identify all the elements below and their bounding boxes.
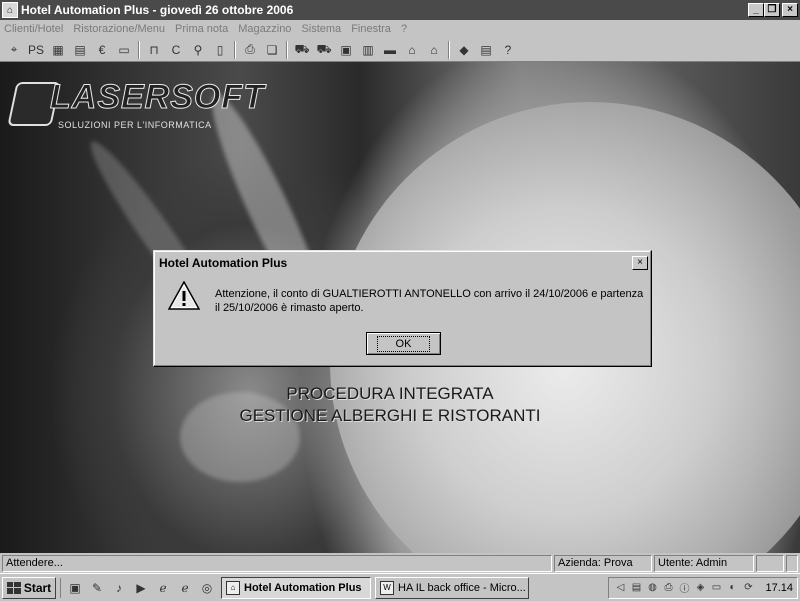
logo-subtitle: SOLUZIONI PER L'INFORMATICA [58, 120, 212, 130]
calculator-icon[interactable]: ▤ [475, 40, 497, 60]
menu-sistema[interactable]: Sistema [301, 23, 341, 35]
minimize-button[interactable]: _ [748, 3, 764, 17]
status-azienda: Azienda: Prova [554, 554, 652, 572]
menu-clienti-hotel[interactable]: Clienti/Hotel [4, 23, 63, 35]
status-panel-empty [786, 554, 798, 572]
menu-bar: Clienti/Hotel Ristorazione/Menu Prima no… [0, 20, 800, 38]
report-icon[interactable]: ▣ [335, 40, 357, 60]
logo-text: LASERSOFT [50, 78, 265, 117]
truck-icon[interactable]: ⛟ [291, 40, 313, 60]
play-icon[interactable]: ▶ [131, 578, 151, 598]
start-button[interactable]: Start [2, 576, 56, 599]
warehouse-icon[interactable]: ⌂ [423, 40, 445, 60]
user-search-icon[interactable]: ⚲ [187, 40, 209, 60]
shield-icon[interactable]: ◈ [693, 581, 707, 595]
menu-finestra[interactable]: Finestra [351, 23, 391, 35]
toolbar-separator [234, 40, 236, 59]
desktop-icon[interactable]: ▣ [65, 578, 85, 598]
dialog-message: Attenzione, il conto di GUALTIEROTTI ANT… [215, 288, 644, 314]
system-tray: ◁ ▤ ◍ ⎙ ⓘ ◈ ▭ ◐ ⟳ 17.14 [608, 576, 798, 599]
word-doc-icon: W [380, 580, 394, 595]
network-icon[interactable]: ▤ [629, 581, 643, 595]
ps-icon[interactable]: PS [25, 40, 47, 60]
speaker-icon[interactable]: ◁ [613, 581, 627, 595]
clock[interactable]: 17.14 [765, 582, 793, 594]
card-icon[interactable]: ▭ [113, 40, 135, 60]
outlook-icon[interactable]: ◎ [197, 578, 217, 598]
hotel-app-icon: ⌂ [226, 580, 240, 595]
media-icon[interactable]: ♪ [109, 578, 129, 598]
c-icon[interactable]: C [165, 40, 187, 60]
document-icon[interactable]: ▯ [209, 40, 231, 60]
tagline-line2: GESTIONE ALBERGHI E RISTORANTI [239, 406, 541, 425]
task-back-office[interactable]: W HA IL back office - Micro... [375, 576, 529, 599]
display-icon[interactable]: ▭ [709, 581, 723, 595]
menu-magazzino[interactable]: Magazzino [238, 23, 291, 35]
dialog-close-button[interactable]: × [632, 255, 648, 270]
close-button[interactable]: × [782, 3, 798, 17]
info-icon[interactable]: ⓘ [677, 581, 691, 595]
menu-ristorazione[interactable]: Ristorazione/Menu [73, 23, 165, 35]
status-bar: Attendere... Azienda: Prova Utente: Admi… [0, 553, 800, 573]
start-label: Start [23, 580, 52, 595]
cash-register-icon[interactable]: ▬ [379, 40, 401, 60]
status-text: Attendere... [2, 554, 552, 572]
calendar-icon[interactable]: ▤ [69, 40, 91, 60]
globe-icon[interactable]: ◍ [645, 581, 659, 595]
ie2-icon[interactable]: ℯ [175, 578, 195, 598]
menu-help[interactable]: ? [401, 23, 407, 35]
documents-icon[interactable]: ❏ [261, 40, 283, 60]
window-title: Hotel Automation Plus - giovedì 26 ottob… [21, 3, 294, 17]
app-icon[interactable]: ⌂ [2, 2, 18, 18]
toolbar-separator [138, 40, 140, 59]
warning-dialog: Hotel Automation Plus × Attenzione, il c… [153, 250, 652, 367]
ok-button[interactable]: OK [366, 332, 441, 355]
grid-icon[interactable]: ▦ [47, 40, 69, 60]
menu-prima-nota[interactable]: Prima nota [175, 23, 228, 35]
edit-icon[interactable]: ✎ [87, 578, 107, 598]
dialog-title-bar: Hotel Automation Plus × [157, 254, 648, 271]
number-icon[interactable]: ▥ [357, 40, 379, 60]
status-utente: Utente: Admin [654, 554, 754, 572]
sync-icon[interactable]: ⟳ [741, 581, 755, 595]
lasersoft-logo: LASERSOFT SOLUZIONI PER L'INFORMATICA [7, 78, 264, 134]
dialog-title: Hotel Automation Plus [159, 255, 288, 270]
status-panel-empty [756, 554, 784, 572]
windows-logo-icon [6, 581, 21, 594]
pin-icon[interactable]: ⌖ [3, 40, 25, 60]
maximize-button[interactable]: ❐ [764, 3, 780, 17]
toolbar: ⌖ PS ▦ ▤ € ▭ ⊓ C ⚲ ▯ ⎙ ❏ ⛟ ⛟ ▣ ▥ ▬ ⌂ ⌂ ◆… [0, 38, 800, 62]
truck-return-icon[interactable]: ⛟ [313, 40, 335, 60]
help-icon[interactable]: ? [497, 40, 519, 60]
task-label: Hotel Automation Plus [244, 581, 362, 594]
toolbar-separator [448, 40, 450, 59]
tag-icon[interactable]: ◆ [453, 40, 475, 60]
euro-icon[interactable]: € [91, 40, 113, 60]
ie-icon[interactable]: ℯ [153, 578, 173, 598]
store-icon[interactable]: ⌂ [401, 40, 423, 60]
toolbar-separator [286, 40, 288, 59]
ok-button-label: OK [376, 335, 431, 352]
warning-icon [168, 281, 200, 310]
printer-icon[interactable]: ⎙ [661, 581, 675, 595]
quick-launch: ▣ ✎ ♪ ▶ ℯ ℯ ◎ [60, 577, 217, 598]
tagline-line1: PROCEDURA INTEGRATA [286, 384, 494, 403]
task-hotel-automation[interactable]: ⌂ Hotel Automation Plus [221, 576, 371, 599]
taskbar: Start ▣ ✎ ♪ ▶ ℯ ℯ ◎ ⌂ Hotel Automation P… [0, 573, 800, 601]
bed-icon[interactable]: ⊓ [143, 40, 165, 60]
task-label: HA IL back office - Micro... [398, 581, 526, 594]
antivirus-icon[interactable]: ◐ [725, 581, 739, 595]
title-bar: ⌂ Hotel Automation Plus - giovedì 26 ott… [0, 0, 800, 20]
printer-icon[interactable]: ⎙ [239, 40, 261, 60]
